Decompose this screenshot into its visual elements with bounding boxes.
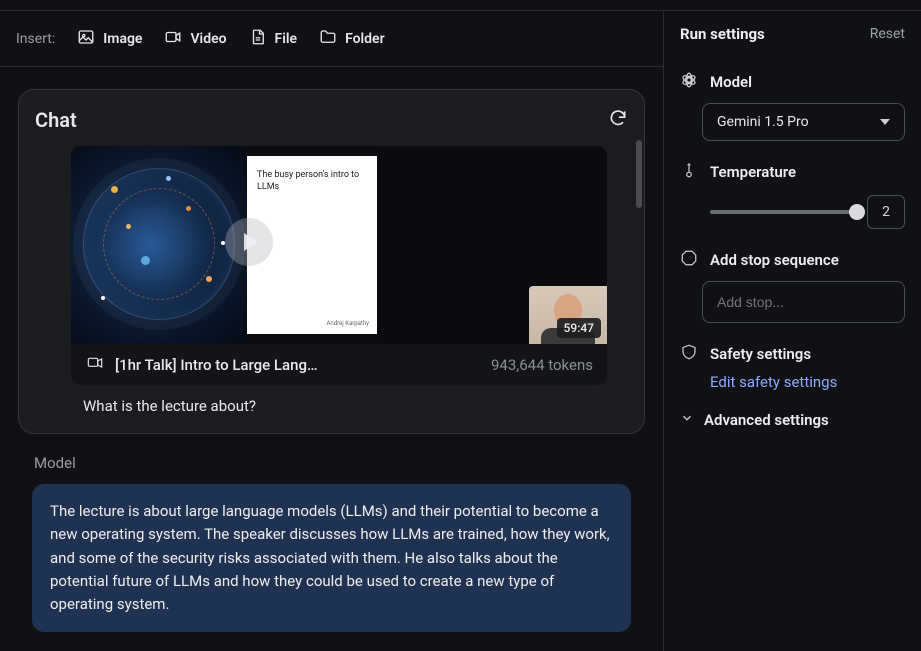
attachment-title: [1hr Talk] Intro to Large Lang… bbox=[115, 356, 318, 374]
slider-thumb[interactable] bbox=[849, 204, 865, 220]
insert-image-label: Image bbox=[103, 31, 142, 47]
temperature-slider[interactable] bbox=[710, 210, 857, 214]
video-icon bbox=[85, 355, 105, 375]
insert-folder-button[interactable]: Folder bbox=[319, 28, 385, 50]
file-icon bbox=[249, 28, 267, 50]
insert-folder-label: Folder bbox=[345, 31, 385, 47]
temperature-setting: Temperature 2 bbox=[680, 161, 905, 229]
safety-setting: Safety settings Edit safety settings bbox=[680, 343, 905, 391]
insert-label: Insert: bbox=[16, 31, 55, 47]
insert-toolbar: Insert: Image Video File Folder bbox=[0, 11, 663, 67]
chat-card: Chat The busy person's intro to LLMs And… bbox=[18, 89, 645, 434]
video-thumbnail: The busy person's intro to LLMs Andrej K… bbox=[71, 146, 607, 344]
video-icon bbox=[164, 28, 182, 50]
advanced-settings-toggle[interactable]: Advanced settings bbox=[680, 411, 905, 429]
stop-label: Add stop sequence bbox=[710, 251, 839, 269]
advanced-label: Advanced settings bbox=[704, 411, 829, 429]
safety-label: Safety settings bbox=[710, 345, 811, 363]
reset-button[interactable]: Reset bbox=[870, 26, 905, 42]
video-attachment[interactable]: The busy person's intro to LLMs Andrej K… bbox=[71, 146, 607, 385]
chevron-down-icon bbox=[880, 119, 890, 125]
run-settings-title: Run settings bbox=[680, 25, 765, 43]
insert-video-button[interactable]: Video bbox=[164, 28, 226, 50]
insert-file-label: File bbox=[275, 31, 298, 47]
shield-icon bbox=[680, 343, 698, 365]
model-label: Model bbox=[710, 73, 752, 91]
stop-input[interactable] bbox=[702, 281, 905, 323]
model-select[interactable]: Gemini 1.5 Pro bbox=[702, 103, 905, 141]
temperature-label: Temperature bbox=[710, 163, 796, 181]
folder-icon bbox=[319, 28, 337, 50]
model-icon bbox=[680, 71, 698, 93]
edit-safety-link[interactable]: Edit safety settings bbox=[710, 373, 905, 391]
model-turn-label: Model bbox=[34, 454, 645, 472]
token-count: 943,644 tokens bbox=[491, 356, 593, 374]
play-icon bbox=[225, 218, 273, 266]
main-panel: Insert: Image Video File Folder bbox=[0, 11, 664, 651]
attachment-meta: [1hr Talk] Intro to Large Lang… 943,644 … bbox=[71, 344, 607, 385]
slide-author: Andrej Karpathy bbox=[327, 320, 370, 328]
stop-sequence-setting: Add stop sequence bbox=[680, 249, 905, 323]
insert-video-label: Video bbox=[190, 31, 226, 47]
chat-title: Chat bbox=[35, 108, 77, 132]
scrollbar-thumb[interactable] bbox=[636, 140, 642, 208]
user-prompt[interactable]: What is the lecture about? bbox=[35, 385, 628, 417]
insert-file-button[interactable]: File bbox=[249, 28, 298, 50]
refresh-button[interactable] bbox=[608, 108, 628, 132]
run-settings-panel: Run settings Reset Model Gemini 1.5 Pro … bbox=[664, 11, 921, 651]
insert-image-button[interactable]: Image bbox=[77, 28, 142, 50]
slide-text: The busy person's intro to LLMs bbox=[257, 170, 367, 193]
stop-icon bbox=[680, 249, 698, 271]
chevron-down-icon bbox=[680, 411, 694, 429]
content-area: Chat The busy person's intro to LLMs And… bbox=[0, 67, 663, 651]
image-icon bbox=[77, 28, 95, 50]
temperature-value[interactable]: 2 bbox=[867, 195, 905, 229]
thermometer-icon bbox=[680, 161, 698, 183]
duration-badge: 59:47 bbox=[557, 318, 601, 338]
model-response: The lecture is about large language mode… bbox=[32, 484, 631, 632]
model-setting: Model Gemini 1.5 Pro bbox=[680, 71, 905, 141]
model-select-value: Gemini 1.5 Pro bbox=[717, 114, 809, 130]
